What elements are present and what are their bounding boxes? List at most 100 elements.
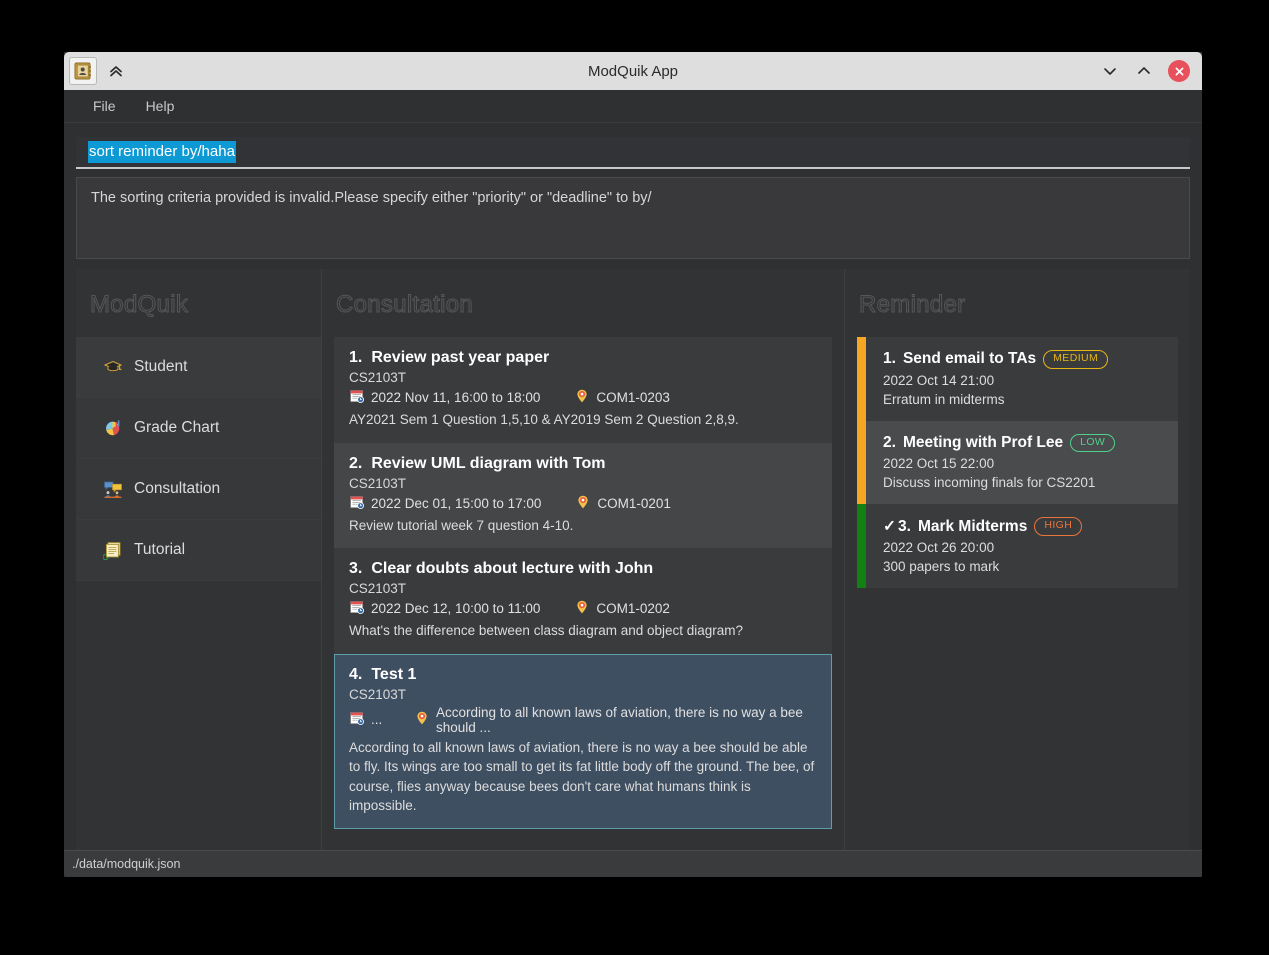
reminder-title-row: ✓ 3. Mark Midterms HIGH xyxy=(883,517,1164,536)
consultation-location: COM1-0202 xyxy=(596,601,670,617)
sidebar-item-label: Grade Chart xyxy=(134,419,220,436)
reminder-name: Meeting with Prof Lee xyxy=(902,433,1064,451)
consultation-date: 2022 Nov 11, 16:00 to 18:00 xyxy=(371,390,541,405)
app-window: ModQuik App File Help sort reminder by/h… xyxy=(64,52,1202,877)
consultation-location: According to all known laws of aviation,… xyxy=(435,704,803,735)
sidebar-item-label: Student xyxy=(134,358,188,375)
consultation-date: 2022 Dec 01, 15:00 to 17:00 xyxy=(371,495,542,511)
consultation-title-row: 3. Clear doubts about lecture with John xyxy=(349,560,817,578)
consultation-list[interactable]: 1. Review past year paper CS2103T 2022 N… xyxy=(322,337,844,850)
reminder-index: 3. xyxy=(898,517,911,535)
consultation-location: COM1-0201 xyxy=(597,495,671,511)
close-icon[interactable] xyxy=(1168,60,1190,82)
location-pin-icon xyxy=(574,599,590,618)
reminder-priority-bar xyxy=(857,420,866,505)
result-display-area: The sorting criteria provided is invalid… xyxy=(64,177,1202,269)
result-display-box: The sorting criteria provided is invalid… xyxy=(76,177,1190,259)
consultation-list-item[interactable]: 3. Clear doubts about lecture with John … xyxy=(334,548,832,654)
sidebar-item-tutorial[interactable]: Tutorial xyxy=(76,520,321,581)
consultation-date: 2022 Dec 12, 10:00 to 11:00 xyxy=(371,601,541,617)
consultation-panel: Consultation 1. Review past year paper C… xyxy=(322,269,845,850)
consultation-list-item[interactable]: 2. Review UML diagram with Tom CS2103T 2… xyxy=(334,442,832,549)
consultation-index: 3. xyxy=(349,560,363,578)
sidebar-item-grade-chart[interactable]: Grade Chart xyxy=(76,398,321,459)
consultation-title: Consultation xyxy=(336,291,474,319)
consultation-module: CS2103T xyxy=(349,370,407,385)
reminder-list-item[interactable]: 1. Send email to TAs MEDIUM 2022 Oct 14 … xyxy=(857,337,1178,421)
consultation-description: Review tutorial week 7 question 4-10. xyxy=(349,517,574,533)
sidebar-title: ModQuik xyxy=(90,291,189,319)
consultation-meta-row: 2022 Nov 11, 16:00 to 18:00 COM1-0203 xyxy=(349,388,817,407)
chevron-down-icon[interactable] xyxy=(1100,61,1120,81)
reminder-priority-bar xyxy=(857,337,866,421)
consultation-list-item[interactable]: 1. Review past year paper CS2103T 2022 N… xyxy=(334,337,832,443)
menu-bar: File Help xyxy=(64,90,1202,123)
consultation-name: Clear doubts about lecture with John xyxy=(371,560,654,578)
reminder-list[interactable]: 1. Send email to TAs MEDIUM 2022 Oct 14 … xyxy=(845,337,1190,850)
double-chevron-up-icon[interactable] xyxy=(105,60,127,82)
reminder-date: 2022 Oct 26 20:00 xyxy=(883,540,995,556)
main-body: ModQuik Student Grade Chart Consultation… xyxy=(64,269,1202,850)
consultation-index: 4. xyxy=(349,665,363,683)
sidebar-item-student[interactable]: Student xyxy=(76,337,321,398)
command-input-value[interactable]: sort reminder by/haha xyxy=(88,140,236,164)
consultation-name: Test 1 xyxy=(371,665,417,683)
reminder-name: Send email to TAs xyxy=(902,350,1037,368)
consultation-list-item-selected[interactable]: 4. Test 1 CS2103T ... According to all k… xyxy=(334,653,832,829)
sidebar: ModQuik Student Grade Chart Consultation… xyxy=(76,269,322,850)
status-bar: ./data/modquik.json xyxy=(64,850,1202,877)
command-input[interactable]: sort reminder by/haha xyxy=(76,137,1190,169)
reminder-title-row: 1. Send email to TAs MEDIUM xyxy=(883,350,1164,369)
consultation-module: CS2103T xyxy=(349,581,407,597)
sidebar-item-label: Tutorial xyxy=(134,541,186,558)
calendar-icon xyxy=(349,388,365,407)
chevron-up-icon[interactable] xyxy=(1134,61,1154,81)
pie-chart-icon xyxy=(103,418,123,438)
reminder-list-item[interactable]: 2. Meeting with Prof Lee LOW 2022 Oct 15… xyxy=(857,420,1178,505)
sidebar-item-consultation[interactable]: Consultation xyxy=(76,459,321,520)
window-controls xyxy=(1100,60,1202,82)
menu-item-file[interactable]: File xyxy=(82,94,127,118)
title-bar-left-controls xyxy=(64,52,127,90)
location-pin-icon xyxy=(574,388,590,407)
reminder-description: Discuss incoming finals for CS2201 xyxy=(883,475,1096,491)
menu-item-help[interactable]: Help xyxy=(135,94,186,118)
window-title: ModQuik App xyxy=(587,62,679,80)
address-book-icon[interactable] xyxy=(69,57,97,85)
consultation-index: 2. xyxy=(349,454,363,472)
reminder-date: 2022 Oct 15 22:00 xyxy=(883,456,995,472)
reminder-panel: Reminder 1. Send email to TAs MEDIUM 202… xyxy=(845,269,1190,850)
reminder-index: 2. xyxy=(883,433,896,451)
consultation-date: ... xyxy=(371,712,383,728)
consultation-description: According to all known laws of aviation,… xyxy=(349,739,815,814)
consultation-title-row: 4. Test 1 xyxy=(349,666,817,684)
reminder-title: Reminder xyxy=(859,291,966,319)
reminder-index: 1. xyxy=(883,350,896,368)
calendar-icon xyxy=(349,599,365,618)
command-input-area: sort reminder by/haha xyxy=(64,123,1202,177)
reminder-priority-badge: LOW xyxy=(1070,433,1116,453)
calendar-icon xyxy=(349,710,365,729)
consultation-title-row: 1. Review past year paper xyxy=(349,349,817,367)
consultation-meta-row: 2022 Dec 12, 10:00 to 11:00 COM1-0202 xyxy=(349,599,817,618)
reminder-list-item[interactable]: ✓ 3. Mark Midterms HIGH 2022 Oct 26 20:0… xyxy=(857,504,1178,589)
consultation-meta-row: ... According to all known laws of aviat… xyxy=(349,705,817,735)
consultation-title-row: 2. Review UML diagram with Tom xyxy=(349,455,817,473)
graduation-cap-icon xyxy=(103,357,123,377)
consultation-description: What's the difference between class diag… xyxy=(349,623,744,639)
consultation-name: Review past year paper xyxy=(371,349,550,366)
title-bar: ModQuik App xyxy=(64,52,1202,90)
consultation-module: CS2103T xyxy=(349,686,407,702)
reminder-priority-bar xyxy=(857,504,866,589)
reminder-date: 2022 Oct 14 21:00 xyxy=(883,372,995,388)
reminder-name: Mark Midterms xyxy=(917,517,1028,535)
reminder-title-row: 2. Meeting with Prof Lee LOW xyxy=(883,433,1164,453)
consultation-name: Review UML diagram with Tom xyxy=(371,454,606,472)
consultation-description: AY2021 Sem 1 Question 1,5,10 & AY2019 Se… xyxy=(349,412,739,427)
result-message: The sorting criteria provided is invalid… xyxy=(91,190,652,206)
location-pin-icon xyxy=(414,710,430,729)
sidebar-item-label: Consultation xyxy=(134,480,221,497)
consultation-index: 1. xyxy=(349,349,363,366)
reminder-done-check: ✓ xyxy=(883,518,896,536)
consultation-module: CS2103T xyxy=(349,475,407,491)
